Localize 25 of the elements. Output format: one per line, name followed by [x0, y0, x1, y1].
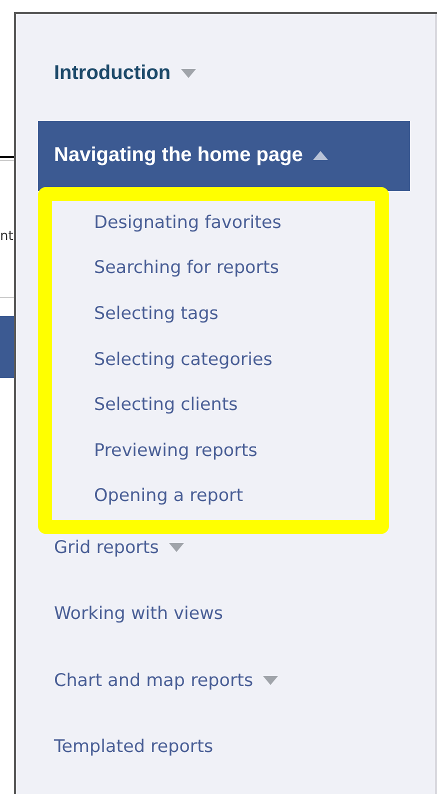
toc-subitem[interactable]: Opening a report	[94, 474, 244, 520]
toc-item[interactable]: Grid reports	[38, 528, 410, 568]
caret-up-icon	[312, 151, 328, 160]
toc-item[interactable]: Chart and map reports	[38, 661, 410, 701]
toc-item[interactable]: Introduction	[38, 54, 410, 94]
toc-item[interactable]: Working with views	[38, 594, 410, 634]
toc-subitem[interactable]: Selecting tags	[94, 292, 218, 338]
caret-down-icon	[168, 543, 184, 552]
toc-subitem[interactable]: Selecting categories	[94, 338, 272, 384]
toc-subitem[interactable]: Previewing reports	[94, 428, 258, 474]
caret-down-icon	[180, 69, 196, 78]
toc-item[interactable]: Templated reports	[38, 728, 410, 768]
toc-subitem[interactable]: Designating favorites	[94, 200, 282, 246]
toc-item-label: Grid reports	[54, 538, 159, 558]
caret-down-icon	[263, 676, 278, 686]
toc-item-label: Chart and map reports	[54, 670, 254, 691]
toc-item-label: Templated reports	[54, 737, 214, 758]
toc-item-label: Introduction	[54, 62, 171, 86]
background-bar	[0, 316, 14, 378]
toc-item-label: Working with views	[54, 604, 224, 624]
toc-subitem[interactable]: Selecting clients	[94, 383, 238, 429]
toc-item-label: Navigating the home page	[54, 144, 303, 168]
toc-subitem[interactable]: Searching for reports	[94, 246, 279, 292]
selected-toc-item[interactable]: Navigating the home page	[38, 120, 410, 191]
heading-fragment: nt	[0, 228, 14, 246]
